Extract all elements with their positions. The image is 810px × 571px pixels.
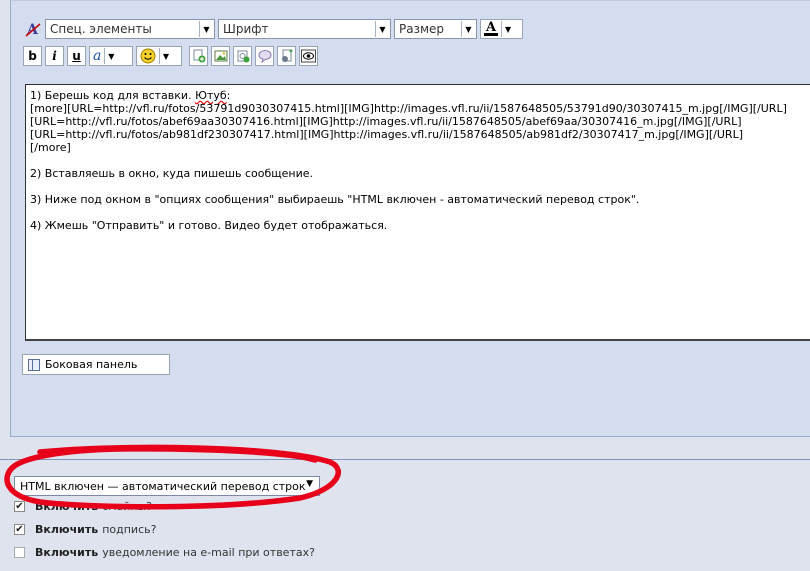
chevron-down-icon: ▼ xyxy=(375,21,389,37)
option-signature: ✔ Включить подпись? xyxy=(14,521,156,537)
special-elements-select[interactable]: Спец. элементы ▼ xyxy=(45,19,215,39)
smiley-icon xyxy=(140,48,156,64)
font-select[interactable]: Шрифт ▼ xyxy=(218,19,391,39)
sidebar-icon xyxy=(28,358,40,371)
spellcheck-word: Ютуб xyxy=(195,89,227,102)
eye-icon xyxy=(301,49,316,63)
sidebar-toggle-label: Боковая панель xyxy=(45,358,138,371)
smilies-checkbox[interactable]: ✔ xyxy=(14,500,25,512)
insert-video-icon xyxy=(237,50,249,63)
option-smilies-label: смайлы? xyxy=(102,499,152,513)
insert-link-button[interactable] xyxy=(189,46,208,66)
editor-step-2: 2) Вставляешь в окно, куда пишешь сообще… xyxy=(30,167,313,180)
highlight-button[interactable]: a ▼ xyxy=(89,46,133,66)
editor-line-1-end: : xyxy=(226,89,231,102)
message-textarea[interactable]: 1) Берешь код для вставки. Ютуб: [more][… xyxy=(25,84,810,341)
bold-button[interactable]: b xyxy=(23,46,42,66)
insert-image-icon xyxy=(214,50,227,62)
chevron-down-icon: ▼ xyxy=(159,48,172,64)
option-smilies: ✔ Включить смайлы? xyxy=(14,498,152,514)
underline-label: u xyxy=(72,49,81,63)
editor-step-4: 4) Жмешь "Отправить" и готово. Видео буд… xyxy=(30,219,388,232)
smiley-button[interactable]: ▼ xyxy=(136,46,182,66)
bold-label: b xyxy=(28,49,37,63)
signature-checkbox[interactable]: ✔ xyxy=(14,523,25,535)
option-smilies-bold: Включить xyxy=(35,499,99,513)
message-options: HTML включен — автоматический перевод ст… xyxy=(0,462,810,571)
underline-button[interactable]: u xyxy=(67,46,86,66)
editor-line-5: [/more] xyxy=(30,141,71,154)
insert-image-button[interactable] xyxy=(211,46,230,66)
editor-line-1-text: 1) Берешь код для вставки. xyxy=(30,89,196,102)
editor-line-2: [more][URL=http://vfl.ru/fotos/53791d903… xyxy=(30,102,787,115)
hide-content-button[interactable] xyxy=(277,46,296,66)
italic-label: i xyxy=(52,49,57,63)
chevron-down-icon: ▼ xyxy=(199,21,213,37)
remove-format-button[interactable]: A xyxy=(23,19,42,39)
font-color-button[interactable]: A ▼ xyxy=(480,19,523,39)
chevron-down-icon: ▼ xyxy=(461,21,475,37)
section-divider xyxy=(0,459,810,460)
toolbar-row-insert: b i u a ▼ ▼ xyxy=(23,45,321,67)
size-select[interactable]: Размер ▼ xyxy=(394,19,477,39)
sidebar-toggle-button[interactable]: Боковая панель xyxy=(22,354,170,375)
hide-content-icon xyxy=(281,49,293,62)
special-elements-value: Спец. элементы xyxy=(50,22,152,36)
html-mode-value: HTML включен — автоматический перевод ст… xyxy=(20,479,306,493)
editor-line-1: 1) Берешь код для вставки. Ютуб: xyxy=(30,89,230,102)
editor-step-3: 3) Ниже под окном в "опциях сообщения" в… xyxy=(30,193,640,206)
insert-video-button[interactable] xyxy=(233,46,252,66)
email-notify-checkbox[interactable] xyxy=(14,546,25,558)
option-signature-bold: Включить xyxy=(35,522,99,536)
html-mode-select[interactable]: HTML включен — автоматический перевод ст… xyxy=(14,476,320,496)
option-email-notify: Включить уведомление на e-mail при ответ… xyxy=(14,544,315,560)
option-email-notify-bold: Включить xyxy=(35,545,99,559)
chevron-down-icon: ▼ xyxy=(501,21,514,37)
chevron-down-icon: ▼ xyxy=(104,48,117,64)
chevron-down-icon: ▼ xyxy=(306,479,313,489)
insert-link-icon xyxy=(193,49,205,63)
preview-button[interactable] xyxy=(299,46,318,66)
font-value: Шрифт xyxy=(223,22,269,36)
quote-icon xyxy=(258,50,271,63)
quote-button[interactable] xyxy=(255,46,274,66)
highlight-icon: a xyxy=(93,48,102,64)
editor-line-4: [URL=http://vfl.ru/fotos/ab981df23030741… xyxy=(30,128,743,141)
option-email-notify-label: уведомление на e-mail при ответах? xyxy=(102,545,315,559)
option-signature-label: подпись? xyxy=(102,522,157,536)
font-color-icon: A xyxy=(484,20,499,36)
remove-format-icon: A xyxy=(25,22,40,37)
toolbar-row-formatting: A Спец. элементы ▼ Шрифт ▼ Размер ▼ A ▼ xyxy=(23,18,526,40)
editor-line-3: [URL=http://vfl.ru/fotos/abef69aa3030741… xyxy=(30,115,742,128)
size-value: Размер xyxy=(399,22,445,36)
italic-button[interactable]: i xyxy=(45,46,64,66)
